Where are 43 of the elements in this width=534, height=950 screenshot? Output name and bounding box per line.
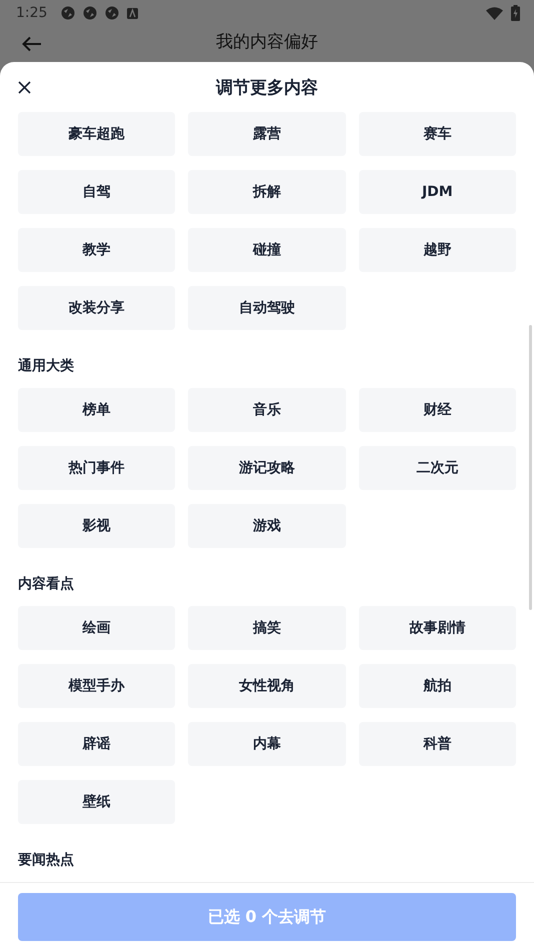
category-tag[interactable]: 教学 [18,228,176,272]
app-notification-icon [83,6,98,20]
battery-icon [511,5,520,21]
status-time: 1:25 [16,5,48,21]
category-tag[interactable]: 露营 [188,112,346,156]
category-tag[interactable]: 故事剧情 [358,606,516,650]
category-tag[interactable]: 自动驾驶 [188,286,346,330]
keyboard-notification-icon [127,8,138,18]
sheet-title: 调节更多内容 [216,76,318,98]
wifi-icon [486,6,503,20]
page-title: 我的内容偏好 [216,31,318,53]
category-tag[interactable]: 越野 [358,228,516,272]
category-tag[interactable]: 财经 [358,388,516,432]
category-tag[interactable]: 女性视角 [188,664,346,708]
section-heading: 要闻热点 [18,851,75,870]
app-notification-icon [105,6,120,20]
section-heading: 内容看点 [18,574,75,594]
category-tag[interactable]: 碰撞 [188,228,346,272]
category-tag[interactable]: 改装分享 [18,286,176,330]
category-tag[interactable]: 模型手办 [18,664,176,708]
category-tag[interactable]: 拆解 [188,170,346,214]
category-tag[interactable]: JDM [358,170,516,214]
category-tag[interactable]: 科普 [358,722,516,766]
category-tag[interactable]: 壁纸 [18,780,176,824]
category-tag[interactable]: 辟谣 [18,722,176,766]
category-tag[interactable]: 热门事件 [18,446,176,490]
category-tag[interactable]: 游记攻略 [188,446,346,490]
category-tag[interactable]: 自驾 [18,170,176,214]
category-tag[interactable]: 榜单 [18,388,176,432]
category-tag[interactable]: 内幕 [188,722,346,766]
section-heading: 通用大类 [18,357,75,376]
close-icon[interactable] [18,81,31,94]
category-tag[interactable]: 影视 [18,504,176,548]
category-tag[interactable]: 二次元 [358,446,516,490]
category-tag[interactable]: 游戏 [188,504,346,548]
app-notification-icon [61,6,76,20]
category-tag[interactable]: 赛车 [358,112,516,156]
category-tag[interactable]: 航拍 [358,664,516,708]
back-arrow-icon[interactable] [22,36,42,52]
category-tag[interactable]: 豪车超跑 [18,112,176,156]
category-tag[interactable]: 音乐 [188,388,346,432]
category-tag[interactable]: 搞笑 [188,606,346,650]
category-tag[interactable]: 绘画 [18,606,176,650]
